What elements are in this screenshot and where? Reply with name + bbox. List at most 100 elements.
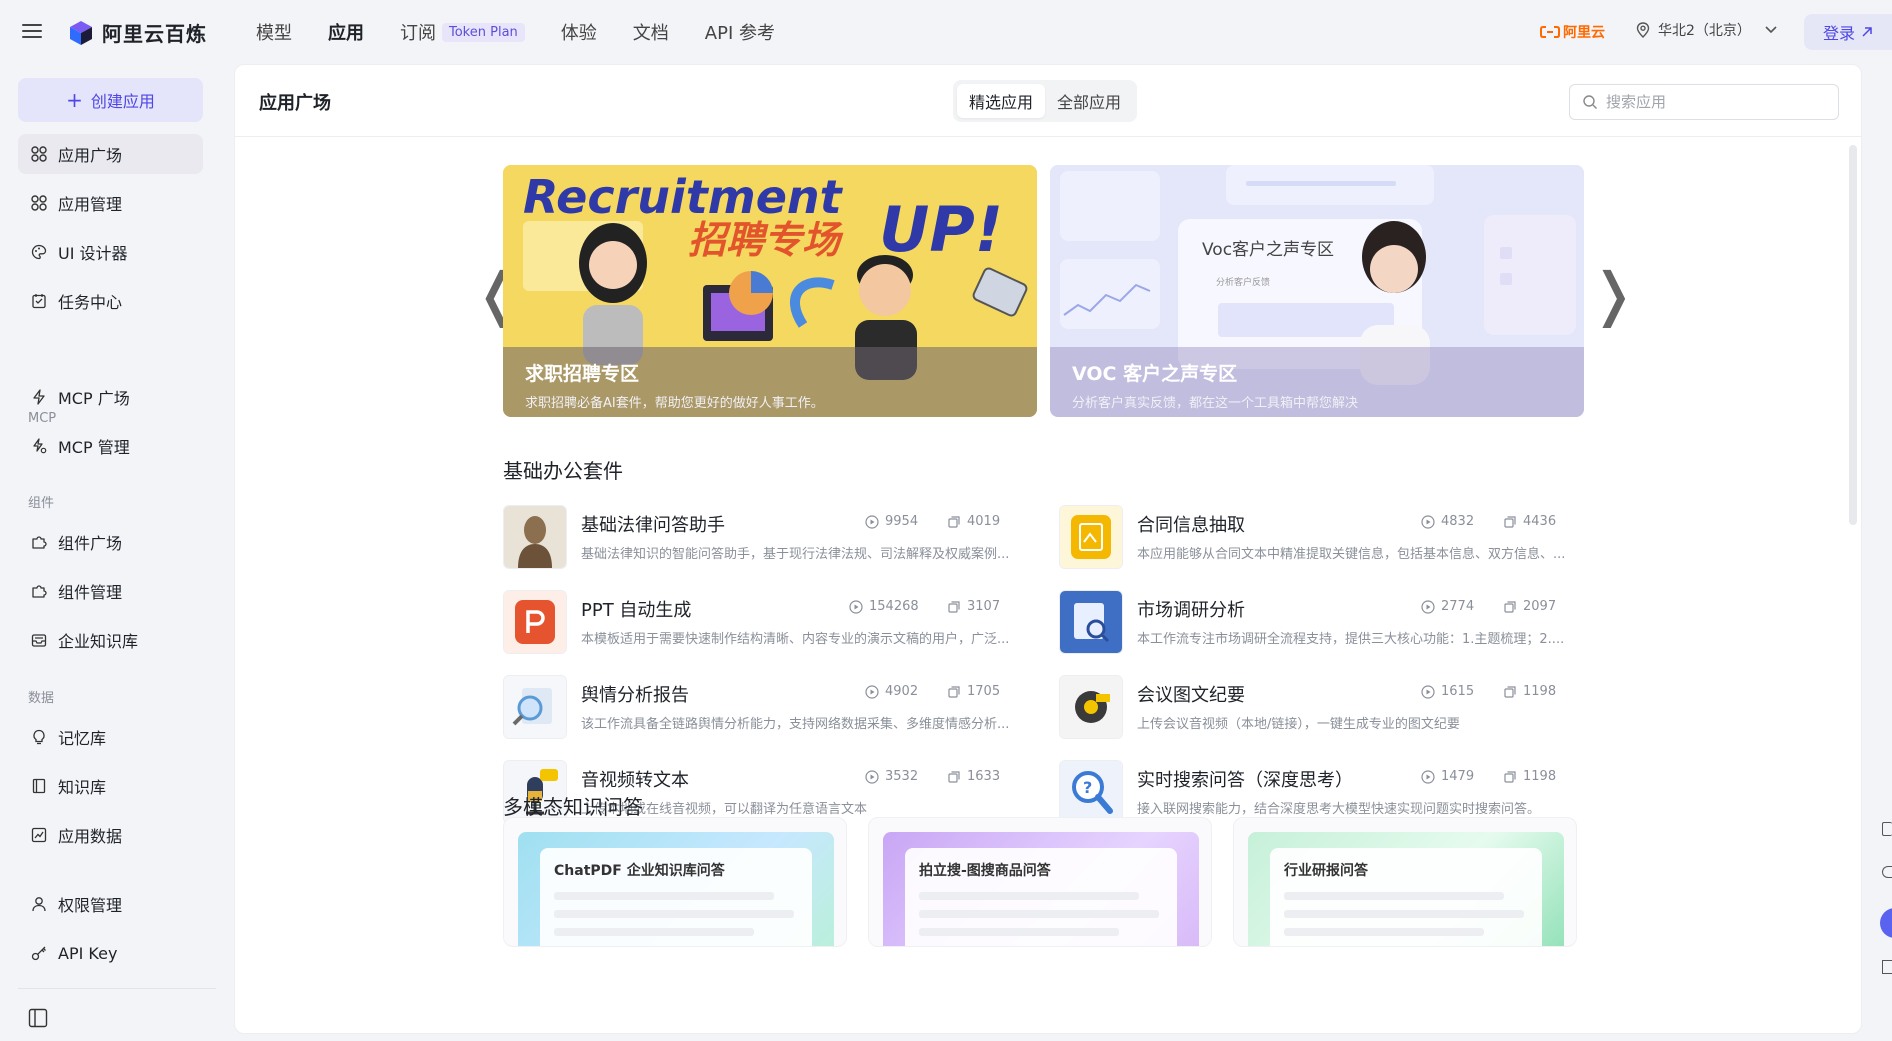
copy-icon [1504,600,1516,613]
sidebar-item-label: 组件管理 [58,583,123,602]
card-title: 拍立搜-图搜商品问答 [919,863,1051,879]
copy-count-value: 4436 [1523,514,1557,529]
nav-experience[interactable]: 体验 [561,19,597,45]
sidebar-item-ui-designer[interactable]: UI 设计器 [18,232,203,272]
view-count-value: 4832 [1441,514,1475,529]
card-preview-paper: ChatPDF 企业知识库问答 [540,848,812,946]
carousel-next-icon[interactable]: ❭ [1589,265,1638,323]
sidebar-item-mcp-plaza[interactable]: MCP 广场 [18,377,203,417]
view-count-value: 154268 [869,599,919,614]
section-title-office-suite: 基础办公套件 [503,459,623,483]
app-card[interactable]: 舆情分析报告 该工作流具备全链路舆情分析能力，支持网络数据采集、多维度情感分析.… [503,675,1043,741]
sidebar-item-memory[interactable]: 记忆库 [18,717,203,757]
chart-icon [30,826,48,844]
tab-featured-apps[interactable]: 精选应用 [957,84,1046,118]
banner-art-title: Voc客户之声专区 [1202,240,1334,260]
multimodal-card[interactable]: 行业研报问答 [1233,817,1577,947]
page-title: 应用广场 [259,93,331,114]
app-card[interactable]: 市场调研分析 本工作流专注市场调研全流程支持，提供三大核心功能：1.主题梳理；2… [1059,590,1599,656]
logo[interactable]: 阿里云百炼 [68,18,207,47]
task-icon [30,292,48,310]
palette-icon [30,243,48,261]
sidebar-item-permissions[interactable]: 权限管理 [18,884,203,924]
view-count-value: 4902 [885,684,919,699]
sidebar-item-app-manage[interactable]: 应用管理 [18,183,203,223]
play-circle-icon [1421,684,1435,699]
sidebar-item-label: MCP 管理 [58,438,130,457]
nav-docs[interactable]: 文档 [633,19,669,45]
search-question-icon: ? [1059,760,1123,824]
sidebar-item-label: MCP 广场 [58,389,130,408]
sidebar-collapse-icon[interactable] [28,1008,48,1028]
play-circle-icon [1421,769,1435,784]
arrow-up-right-icon [1862,27,1872,37]
nav-apps[interactable]: 应用 [328,19,364,45]
banner-caption: VOC 客户之声专区 分析客户真实反馈，都在这一个工具箱中帮您解决 [1050,347,1584,417]
sidebar-item-api-key[interactable]: API Key [18,933,203,973]
app-name: 基础法律问答助手 [581,515,725,536]
sidebar-item-label: API Key [58,943,118,963]
edge-lock-icon[interactable] [1882,822,1892,836]
create-app-button[interactable]: + 创建应用 [18,78,203,122]
app-description: 接入联网搜索能力，结合深度思考大模型快速实现问题实时搜索问答。 [1137,802,1541,817]
sidebar-divider [18,988,216,989]
placeholder-line [554,910,794,918]
copy-count-value: 2097 [1523,599,1557,614]
placeholder-line [554,928,754,936]
placeholder-line [554,892,774,900]
hamburger-menu-icon[interactable] [20,20,44,44]
sidebar-item-label: 应用广场 [58,146,123,165]
app-name: 音视频转文本 [581,770,689,791]
sidebar-item-enterprise-kb[interactable]: 企业知识库 [18,620,203,660]
copy-count: 2097 [1503,599,1556,614]
banner-subtitle: 求职招聘必备AI套件，帮助您更好的做好人事工作。 [525,396,824,411]
copy-count: 1198 [1503,684,1556,699]
sidebar-item-task-center[interactable]: 任务中心 [18,281,203,321]
sidebar-item-component-manage[interactable]: 组件管理 [18,571,203,611]
banner-art-sub: 分析客户反馈 [1216,276,1270,288]
multimodal-card[interactable]: ChatPDF 企业知识库问答 [503,817,847,947]
placeholder-line [919,910,1159,918]
play-circle-icon [865,769,879,784]
search-input[interactable] [1606,93,1826,111]
nav-api-reference[interactable]: API 参考 [705,19,775,45]
app-card[interactable]: 会议图文纪要 上传会议音视频（本地/链接），一键生成专业的图文纪要 1615 1… [1059,675,1599,741]
bailian-logo-icon [70,20,92,45]
login-button[interactable]: 登录 [1804,14,1892,50]
aliyun-link[interactable]: 阿里云 [1540,22,1605,42]
sidebar-item-component-plaza[interactable]: 组件广场 [18,522,203,562]
region-selector[interactable]: 华北2（北京） [1636,20,1777,40]
banner-voc[interactable]: Voc客户之声专区 分析客户反馈 VOC 客户之声专区 分析客户真实反馈，都在这… [1050,165,1584,417]
sidebar-item-app-plaza[interactable]: 应用广场 [18,134,203,174]
sidebar-item-label: 企业知识库 [58,632,139,651]
copy-count: 4436 [1503,514,1556,529]
main-panel: 应用广场 精选应用 全部应用 ❬ ❭ R [234,64,1862,1034]
sidebar-item-knowledge-base[interactable]: 知识库 [18,766,203,806]
sidebar-item-label: 应用数据 [58,827,123,846]
tab-all-apps[interactable]: 全部应用 [1045,84,1133,118]
placeholder-line [1284,892,1504,900]
app-name: PPT 自动生成 [581,600,692,621]
multimodal-card[interactable]: 拍立搜-图搜商品问答 [868,817,1212,947]
card-preview: 行业研报问答 [1248,832,1564,946]
sidebar-item-app-data[interactable]: 应用数据 [18,815,203,855]
banner-art-title: Recruitment [523,170,844,224]
main-header: 应用广场 精选应用 全部应用 [235,65,1861,137]
nav-subscribe[interactable]: 订阅 Token Plan [400,19,525,45]
copy-count-value: 1198 [1523,684,1557,699]
app-card[interactable]: PPT 自动生成 本模板适用于需要快速制作结构清晰、内容专业的演示文稿的用户，广… [503,590,1043,656]
edge-doc-icon[interactable] [1882,960,1892,974]
scrollbar[interactable] [1849,145,1857,525]
nav-label: 应用 [328,23,364,44]
sidebar-item-mcp-manage[interactable]: MCP 管理 [18,426,203,466]
banner-recruitment[interactable]: Recruitment UP! 招聘专场 求职招聘专区 求职招聘必备AI套件，帮… [503,165,1037,417]
app-card[interactable]: 基础法律问答助手 基础法律知识的智能问答助手，基于现行法律法规、司法解释及权威案… [503,505,1043,571]
edge-headset-icon[interactable] [1882,866,1892,878]
banner-title: 求职招聘专区 [525,363,640,385]
app-card[interactable]: 合同信息抽取 本应用能够从合同文本中精准提取关键信息，包括基本信息、双方信息、.… [1059,505,1599,571]
statue-icon [503,505,567,569]
edge-assistant-icon[interactable] [1880,908,1892,938]
sidebar-item-label: 知识库 [58,778,107,797]
sidebar-item-label: 权限管理 [58,896,123,915]
nav-models[interactable]: 模型 [256,19,292,45]
